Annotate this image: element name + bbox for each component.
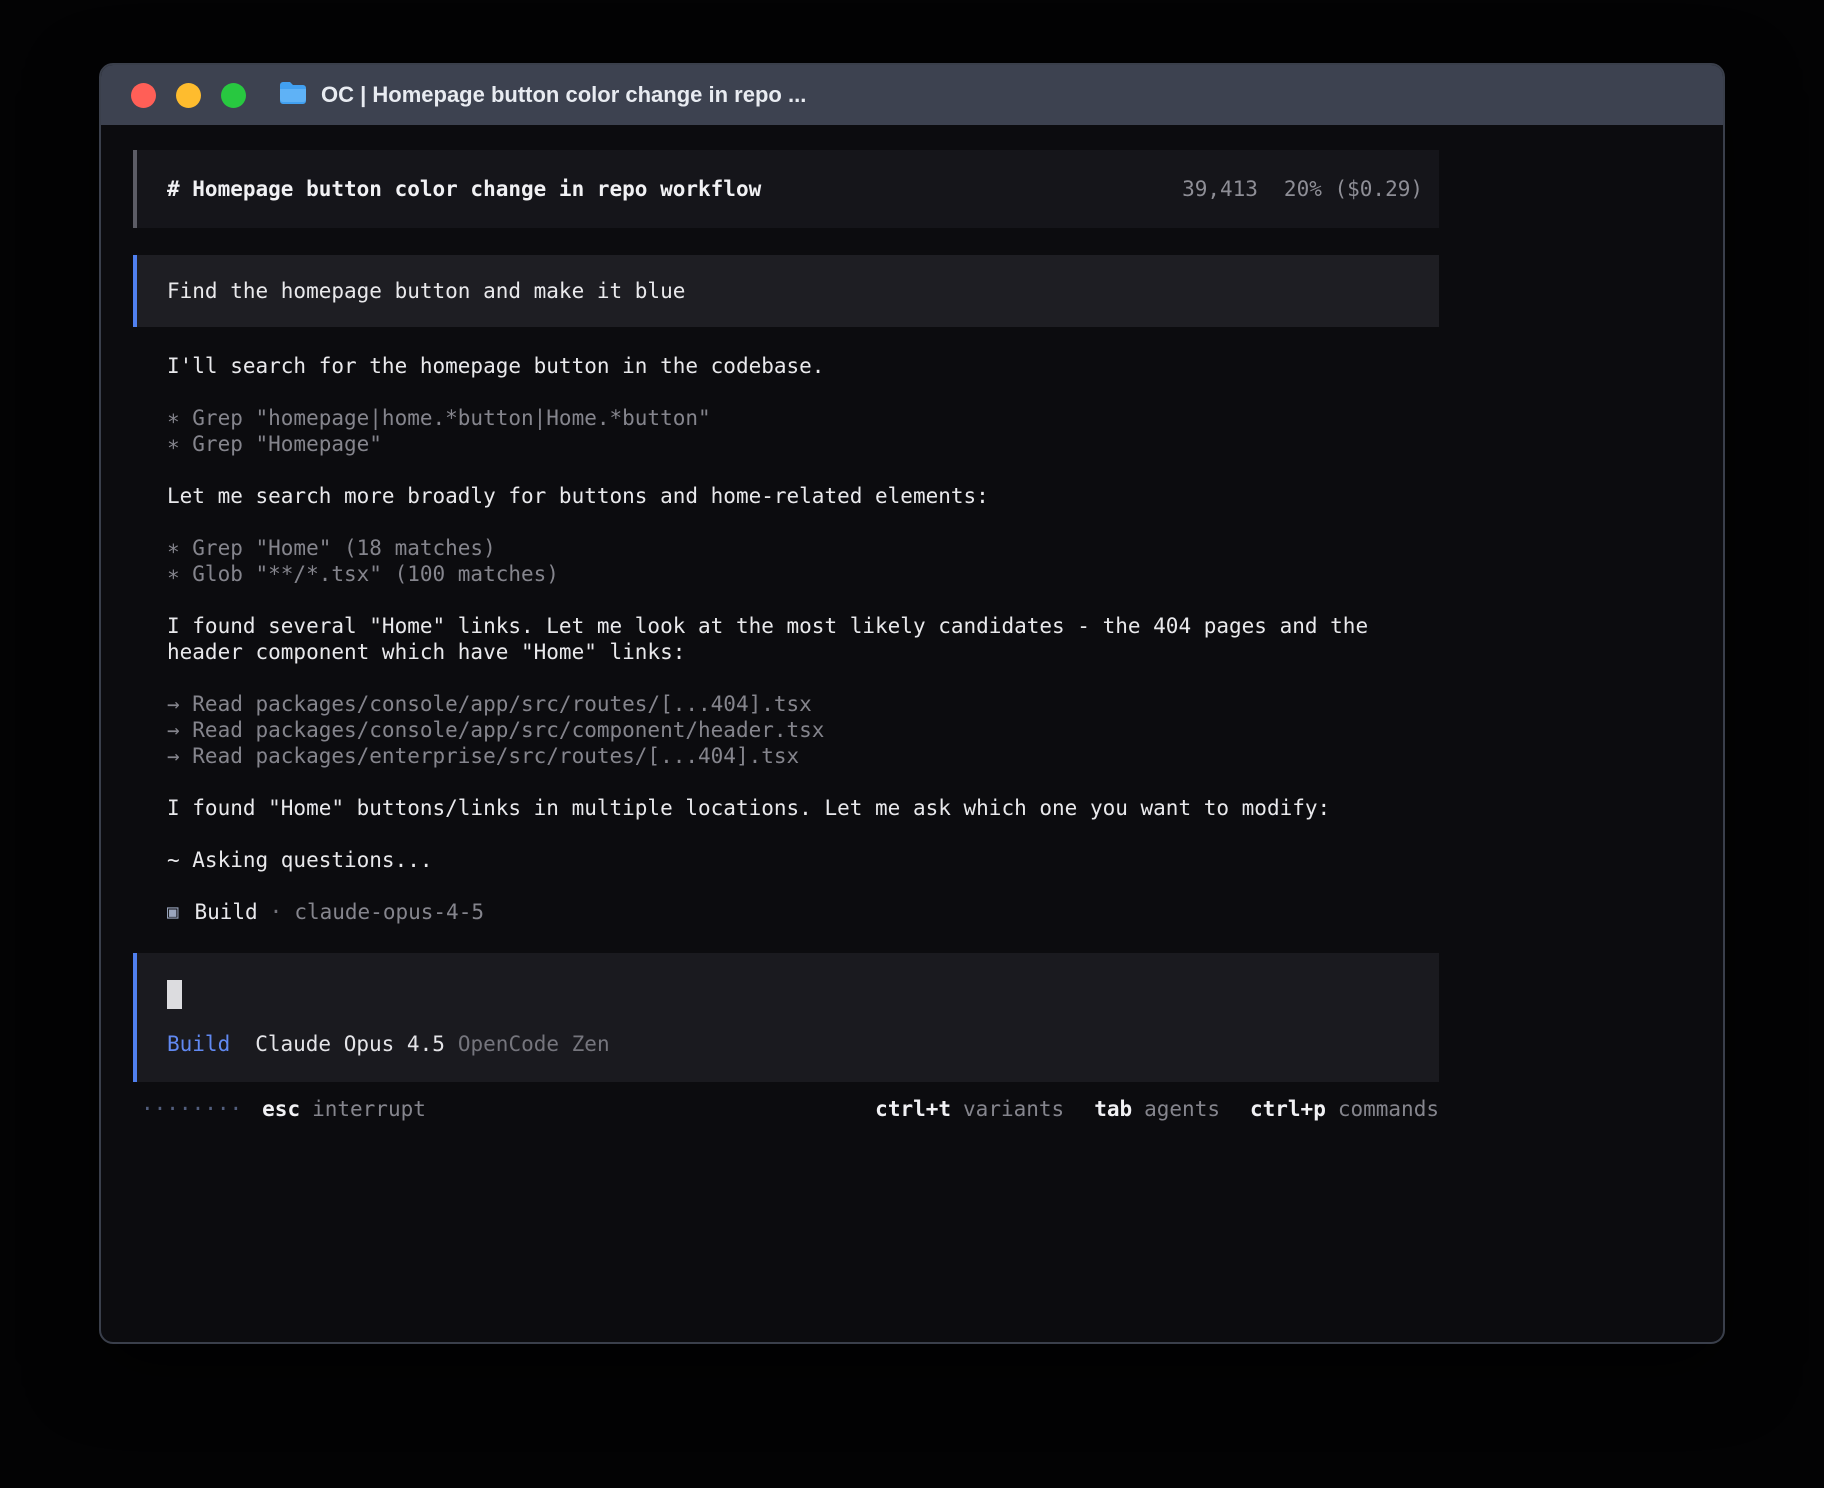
title-group: OC | Homepage button color change in rep… xyxy=(278,80,806,111)
close-button[interactable] xyxy=(131,83,156,108)
tool-call-read: → Read packages/enterprise/src/routes/[.… xyxy=(167,743,1439,769)
prompt-input[interactable]: Build Claude Opus 4.5 OpenCode Zen xyxy=(133,953,1439,1082)
tool-call-group: ∗ Grep "Home" (18 matches) ∗ Glob "**/*.… xyxy=(167,535,1439,587)
agent-name: Build xyxy=(194,899,257,925)
agent-icon: ▣ xyxy=(167,899,178,925)
tool-call-read: → Read packages/console/app/src/componen… xyxy=(167,717,1439,743)
folder-icon xyxy=(278,80,308,111)
traffic-lights xyxy=(131,83,246,108)
status-line: ~ Asking questions... xyxy=(167,847,1439,873)
titlebar[interactable]: OC | Homepage button color change in rep… xyxy=(101,65,1723,125)
agent-separator: · xyxy=(270,899,283,925)
agent-model: claude-opus-4-5 xyxy=(294,899,484,925)
tool-call-glob: ∗ Glob "**/*.tsx" (100 matches) xyxy=(167,561,1439,587)
text-cursor xyxy=(167,980,182,1009)
context-usage: 20% ($0.29) xyxy=(1284,177,1423,201)
status-bar-right: ctrl+t variants tab agents ctrl+p comman… xyxy=(845,1096,1439,1122)
zoom-button[interactable] xyxy=(221,83,246,108)
model-name[interactable]: Claude Opus 4.5 xyxy=(255,1031,445,1057)
tool-call-grep: ∗ Grep "Homepage" xyxy=(167,431,1439,457)
shortcut-label: commands xyxy=(1338,1096,1439,1122)
user-message: Find the homepage button and make it blu… xyxy=(133,255,1439,327)
input-status-line: Build Claude Opus 4.5 OpenCode Zen xyxy=(167,1031,1413,1057)
activity-dots: ········ xyxy=(141,1096,242,1122)
provider-name: OpenCode Zen xyxy=(458,1031,610,1057)
assistant-transcript: I'll search for the homepage button in t… xyxy=(133,353,1439,925)
tool-call-group: → Read packages/console/app/src/routes/[… xyxy=(167,691,1439,769)
shortcut-label: variants xyxy=(963,1096,1064,1122)
shortcut-key: tab xyxy=(1094,1096,1132,1122)
tool-call-group: ∗ Grep "homepage|home.*button|Home.*butt… xyxy=(167,405,1439,457)
shortcut-label: agents xyxy=(1144,1096,1220,1122)
assistant-paragraph: Let me search more broadly for buttons a… xyxy=(167,483,1439,509)
assistant-paragraph: I'll search for the homepage button in t… xyxy=(167,353,1439,379)
session-header: # Homepage button color change in repo w… xyxy=(133,150,1439,228)
agent-line: ▣ Build · claude-opus-4-5 xyxy=(167,899,1439,925)
terminal-content: # Homepage button color change in repo w… xyxy=(133,150,1439,1122)
tool-call-grep: ∗ Grep "Home" (18 matches) xyxy=(167,535,1439,561)
user-message-text: Find the homepage button and make it blu… xyxy=(167,279,685,303)
token-count: 39,413 xyxy=(1182,177,1258,201)
session-title: # Homepage button color change in repo w… xyxy=(167,177,761,201)
session-stats: 39,413 20% ($0.29) xyxy=(1182,177,1423,201)
status-bar-left: ········ esc interrupt xyxy=(133,1096,426,1122)
shortcut-key: ctrl+t xyxy=(875,1096,951,1122)
shortcut-agents: tab agents xyxy=(1094,1096,1220,1122)
tool-call-read: → Read packages/console/app/src/routes/[… xyxy=(167,691,1439,717)
shortcut-commands: ctrl+p commands xyxy=(1250,1096,1439,1122)
tool-call-grep: ∗ Grep "homepage|home.*button|Home.*butt… xyxy=(167,405,1439,431)
minimize-button[interactable] xyxy=(176,83,201,108)
agent-mode-label[interactable]: Build xyxy=(167,1031,230,1057)
esc-key-label: interrupt xyxy=(312,1096,426,1122)
shortcut-key: ctrl+p xyxy=(1250,1096,1326,1122)
shortcut-variants: ctrl+t variants xyxy=(875,1096,1064,1122)
esc-key-hint: esc xyxy=(262,1096,300,1122)
terminal-window: OC | Homepage button color change in rep… xyxy=(99,63,1725,1344)
assistant-paragraph: I found several "Home" links. Let me loo… xyxy=(167,613,1439,665)
status-bar: ········ esc interrupt ctrl+t variants t… xyxy=(133,1096,1439,1122)
assistant-paragraph: I found "Home" buttons/links in multiple… xyxy=(167,795,1439,821)
window-title: OC | Homepage button color change in rep… xyxy=(321,82,806,108)
